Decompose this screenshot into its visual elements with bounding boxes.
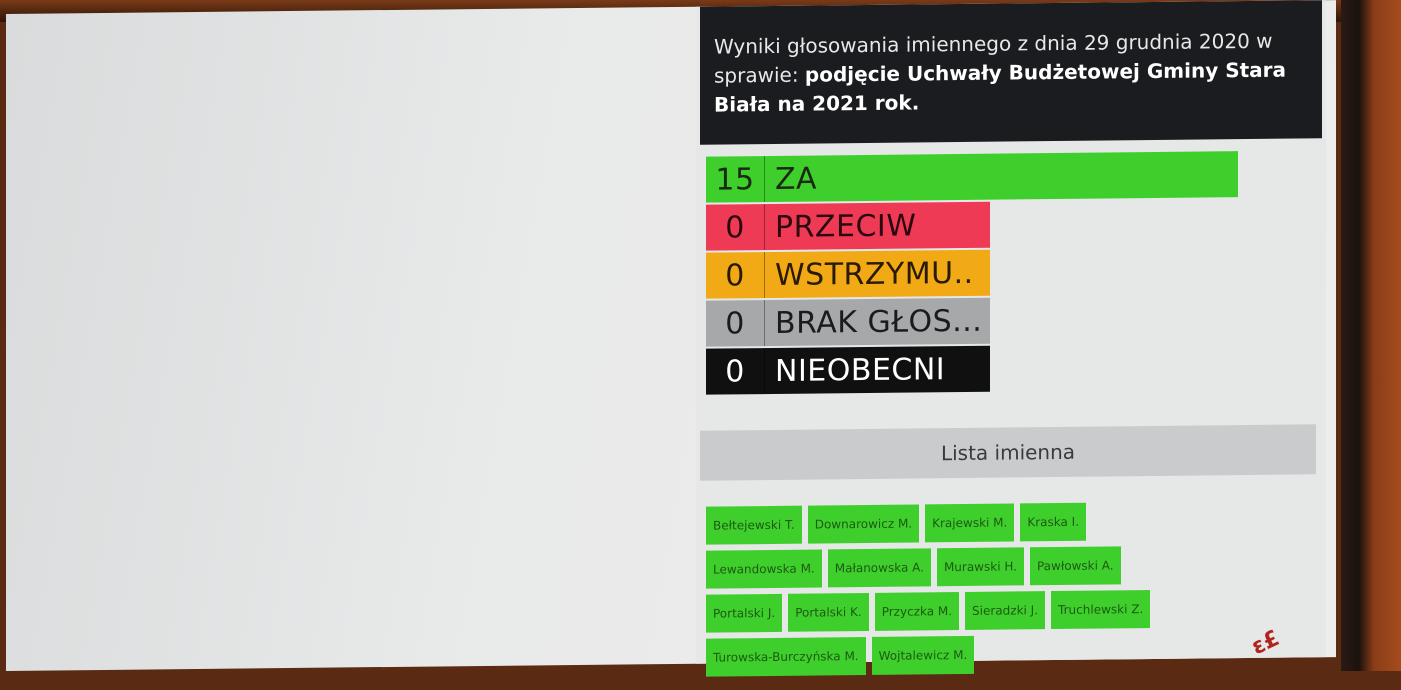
vote-row-brak-glosu: 0 BRAK GŁOS... [706,297,990,347]
name-chip: Lewandowska M. [706,549,822,589]
name-chip: Portalski K. [788,592,869,632]
vote-label-za: ZA [764,151,1238,203]
name-chip: Murawski H. [936,547,1024,587]
name-row: Bełtejewski T. Downarowicz M. Krajewski … [706,501,1266,545]
vote-title: Wyniki głosowania imiennego z dnia 29 gr… [700,0,1322,145]
name-chip: Małanowska A. [827,548,931,588]
name-chip: Przyczka M. [874,592,960,631]
vote-count-za: 15 [715,161,755,198]
name-chip: Sieradzki J. [965,591,1046,630]
vote-row-wstrzymujacy: 0 WSTRZYMU.. [706,249,990,299]
vote-count-nieobecni: 0 [725,353,745,389]
name-list: Bełtejewski T. Downarowicz M. Krajewski … [706,501,1266,683]
name-list-header: Lista imienna [700,424,1316,481]
name-chip: Kraska I. [1020,502,1087,542]
vote-label-przeciw: PRZECIW [764,201,990,251]
vote-label-brak-glosu: BRAK GŁOS... [764,297,990,347]
vote-count-wstrzymujacy: 0 [725,257,745,293]
monitor-frame-right [1341,0,1401,671]
name-row: Turowska-Burczyńska M. Wojtalewicz M. [706,633,1266,677]
name-chip: Krajewski M. [925,503,1015,543]
vote-label-nieobecni: NIEOBECNI [764,345,990,395]
vote-row-za: 15 ZA [706,151,1238,203]
vote-row-przeciw: 0 PRZECIW [706,201,990,251]
vote-count-przeciw: 0 [725,209,745,245]
name-chip: Portalski J. [706,593,783,633]
name-chip: Downarowicz M. [807,504,920,544]
screen: Wyniki głosowania imiennego z dnia 29 gr… [6,0,1336,677]
vote-row-nieobecni: 0 NIEOBECNI [706,345,990,395]
name-row: Lewandowska M. Małanowska A. Murawski H.… [706,545,1266,589]
results-panel: Wyniki głosowania imiennego z dnia 29 gr… [696,0,1326,677]
name-row: Portalski J. Portalski K. Przyczka M. Si… [706,589,1266,633]
name-chip: Pawłowski A. [1029,546,1121,586]
name-chip: Truchlewski Z. [1051,590,1151,630]
vote-label-wstrzymujacy: WSTRZYMU.. [764,249,990,299]
name-chip: Wojtalewicz M. [871,635,975,675]
name-chip: Bełtejewski T. [706,505,802,545]
vote-count-brak-glosu: 0 [725,305,745,341]
